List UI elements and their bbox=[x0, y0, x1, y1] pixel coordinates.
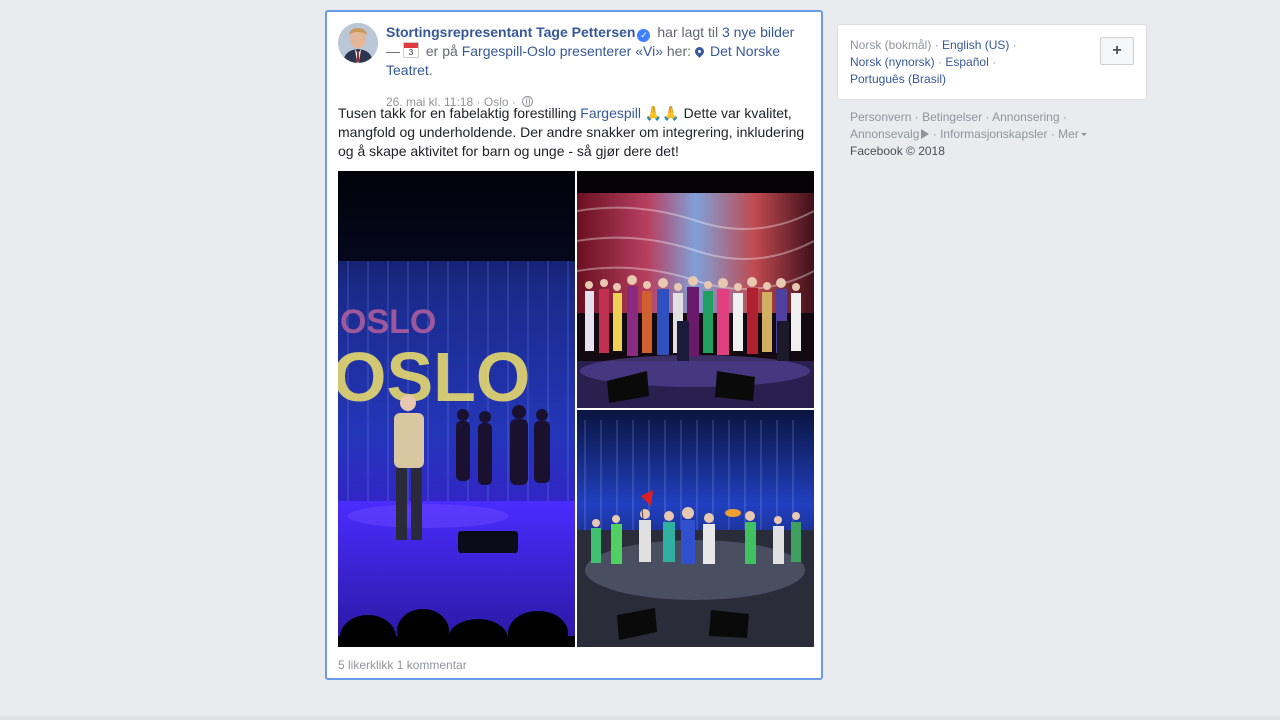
dash-separator: — bbox=[386, 43, 400, 59]
photo-2[interactable] bbox=[577, 171, 814, 408]
footer-link-annonsering[interactable]: Annonsering bbox=[992, 110, 1059, 124]
post-card: Stortingsrepresentant Tage Pettersen ✓ ha… bbox=[325, 10, 823, 680]
footer-link-informasjonskapsler[interactable]: Informasjonskapsler bbox=[940, 127, 1047, 141]
current-language: Norsk (bokmål) bbox=[850, 38, 932, 52]
language-list: Norsk (bokmål) · English (US) · Norsk (n… bbox=[850, 37, 1090, 88]
caret-down-icon bbox=[1080, 133, 1087, 136]
separator: · bbox=[932, 127, 937, 141]
separator: · bbox=[1050, 127, 1055, 141]
add-language-button[interactable]: + bbox=[1100, 37, 1134, 65]
post-text: Tusen takk for en fabelaktig forestillin… bbox=[338, 104, 814, 161]
language-english-us[interactable]: English (US) bbox=[942, 38, 1009, 52]
action-text: har lagt til bbox=[657, 24, 719, 40]
event-link[interactable]: Fargespill-Oslo presenterer «Vi» bbox=[462, 43, 663, 59]
photo-1[interactable]: OSLO OSLO bbox=[338, 171, 575, 647]
footer-link-mer[interactable]: Mer bbox=[1058, 127, 1079, 141]
separator: · bbox=[1012, 38, 1017, 52]
verified-badge-icon: ✓ bbox=[637, 29, 651, 42]
footer-link-annonsevalg[interactable]: Annonsevalg bbox=[850, 127, 919, 141]
calendar-icon: 3 bbox=[403, 42, 419, 58]
post-stats: 5 likerklikk 1 kommentar bbox=[338, 658, 467, 672]
calendar-day: 3 bbox=[408, 48, 414, 57]
bottom-edge bbox=[0, 716, 1280, 720]
stage-sign-small: OSLO bbox=[340, 303, 436, 341]
place-suffix: . bbox=[428, 62, 433, 78]
separator: · bbox=[938, 55, 943, 69]
here-text: her: bbox=[666, 43, 691, 59]
photos-link[interactable]: 3 nye bilder bbox=[722, 24, 794, 40]
copyright-text: Facebook © 2018 bbox=[850, 144, 945, 158]
author-avatar[interactable] bbox=[338, 23, 378, 63]
language-portugues-brasil[interactable]: Português (Brasil) bbox=[850, 72, 946, 86]
post-text-part: Tusen takk for en fabelaktig forestillin… bbox=[338, 105, 577, 121]
separator: · bbox=[1062, 110, 1067, 124]
fargespill-link[interactable]: Fargespill bbox=[580, 105, 641, 121]
photo-3[interactable] bbox=[577, 410, 814, 647]
author-name-link[interactable]: Stortingsrepresentant Tage Pettersen bbox=[386, 24, 635, 40]
pray-emoji-icon: 🙏🙏 bbox=[644, 105, 680, 121]
likes-count-link[interactable]: 5 likerklikk bbox=[338, 658, 393, 672]
adchoices-icon bbox=[921, 129, 930, 139]
stage-sign: OSLO bbox=[338, 338, 530, 416]
footer-link-betingelser[interactable]: Betingelser bbox=[922, 110, 982, 124]
post-header-text: Stortingsrepresentant Tage Pettersen ✓ ha… bbox=[386, 23, 806, 80]
separator: · bbox=[992, 55, 997, 69]
photo-grid: OSLO OSLO bbox=[338, 171, 814, 647]
language-espanol[interactable]: Español bbox=[945, 55, 988, 69]
footer-link-personvern[interactable]: Personvern bbox=[850, 110, 911, 124]
at-text: er på bbox=[425, 43, 458, 59]
comments-count-link[interactable]: 1 kommentar bbox=[397, 658, 467, 672]
language-selector-box: Norsk (bokmål) · English (US) · Norsk (n… bbox=[837, 24, 1147, 100]
location-pin-icon bbox=[693, 45, 706, 58]
site-footer-links: Personvern · Betingelser · Annonsering ·… bbox=[850, 109, 1140, 160]
separator: · bbox=[934, 38, 939, 52]
separator: · bbox=[914, 110, 919, 124]
language-norsk-nynorsk[interactable]: Norsk (nynorsk) bbox=[850, 55, 935, 69]
separator: · bbox=[985, 110, 990, 124]
